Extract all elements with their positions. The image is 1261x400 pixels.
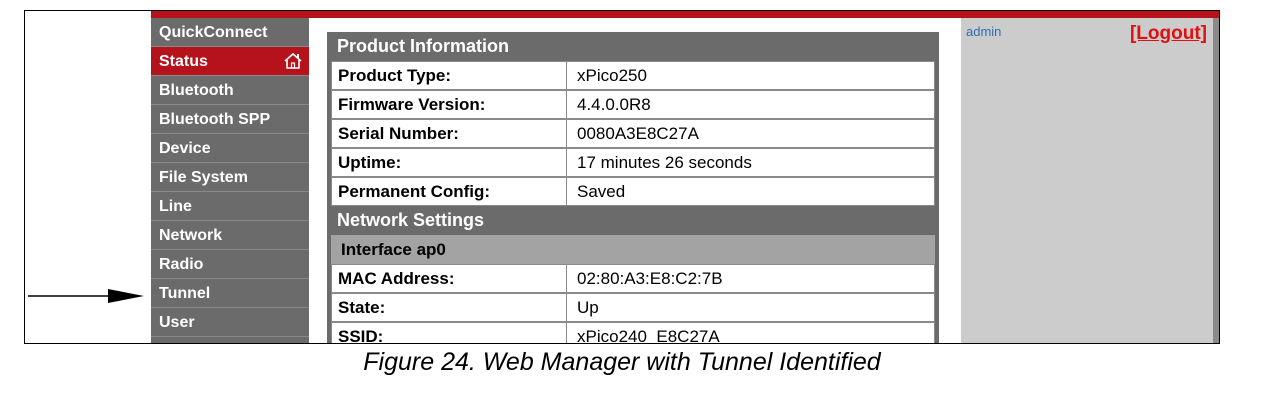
table-row: Firmware Version: 4.4.0.0R8: [331, 90, 935, 119]
sidebar-item-line[interactable]: Line: [151, 192, 309, 221]
row-value: 0080A3E8C27A: [567, 119, 935, 148]
table-row: Permanent Config: Saved: [331, 177, 935, 206]
row-value: xPico240_E8C27A: [567, 322, 935, 343]
row-label: MAC Address:: [331, 264, 567, 293]
sidebar-item-tunnel[interactable]: Tunnel: [151, 279, 309, 308]
table-row: Uptime: 17 minutes 26 seconds: [331, 148, 935, 177]
sidebar-item-device[interactable]: Device: [151, 134, 309, 163]
sidebar-item-bluetooth[interactable]: Bluetooth: [151, 76, 309, 105]
row-value: Saved: [567, 177, 935, 206]
pointer-arrow-icon: [28, 289, 144, 303]
row-label: Permanent Config:: [331, 177, 567, 206]
row-value: 4.4.0.0R8: [567, 90, 935, 119]
sidebar-item-status[interactable]: Status: [151, 47, 309, 76]
sidebar-nav: QuickConnect Status Bluetooth Bluetooth …: [151, 18, 309, 343]
row-label: SSID:: [331, 322, 567, 343]
sidebar-item-bluetooth-spp[interactable]: Bluetooth SPP: [151, 105, 309, 134]
network-settings-header: Network Settings: [327, 206, 939, 235]
table-row: Product Type: xPico250: [331, 61, 935, 90]
row-label: Serial Number:: [331, 119, 567, 148]
home-icon: [284, 52, 302, 69]
row-value: 02:80:A3:E8:C2:7B: [567, 264, 935, 293]
sidebar-item-quickconnect[interactable]: QuickConnect: [151, 18, 309, 47]
right-panel: admin [Logout]: [961, 18, 1213, 343]
row-label: State:: [331, 293, 567, 322]
screenshot-frame: QuickConnect Status Bluetooth Bluetooth …: [24, 10, 1220, 344]
row-label: Uptime:: [331, 148, 567, 177]
sidebar-item-radio[interactable]: Radio: [151, 250, 309, 279]
right-scroll-edge: [1213, 18, 1219, 343]
sidebar-item-network[interactable]: Network: [151, 221, 309, 250]
row-value: xPico250: [567, 61, 935, 90]
row-value: Up: [567, 293, 935, 322]
product-info-header: Product Information: [327, 32, 939, 61]
sidebar-item-file-system[interactable]: File System: [151, 163, 309, 192]
row-value: 17 minutes 26 seconds: [567, 148, 935, 177]
sidebar-item-label: Status: [159, 53, 208, 70]
row-label: Firmware Version:: [331, 90, 567, 119]
row-label: Product Type:: [331, 61, 567, 90]
username-label: admin: [966, 24, 1002, 39]
table-row: State: Up: [331, 293, 935, 322]
status-panel: Product Information Product Type: xPico2…: [327, 32, 939, 343]
sidebar-item-user[interactable]: User: [151, 308, 309, 337]
table-row: SSID: xPico240_E8C27A: [331, 322, 935, 343]
table-row: Serial Number: 0080A3E8C27A: [331, 119, 935, 148]
top-accent-bar: [151, 11, 1219, 18]
interface-subheader: Interface ap0: [331, 235, 935, 264]
table-row: MAC Address: 02:80:A3:E8:C2:7B: [331, 264, 935, 293]
main-content: Product Information Product Type: xPico2…: [309, 18, 961, 343]
logout-link[interactable]: [Logout]: [1130, 23, 1207, 45]
figure-caption: Figure 24. Web Manager with Tunnel Ident…: [363, 348, 881, 376]
